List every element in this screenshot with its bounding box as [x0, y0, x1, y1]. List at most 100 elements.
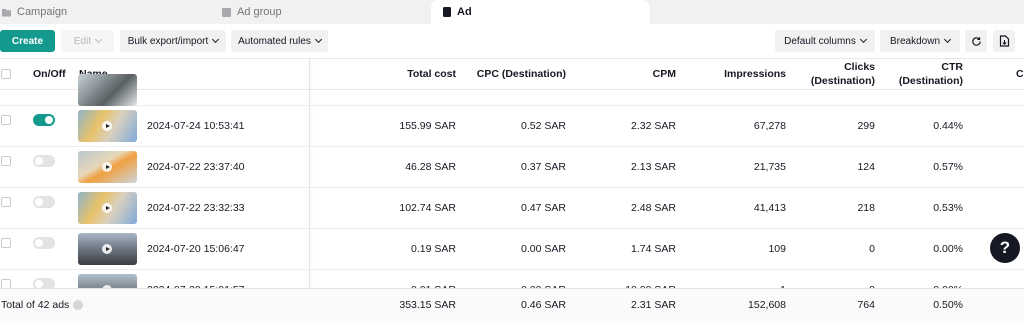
clicks-total: 764: [857, 299, 875, 311]
table-row[interactable]: 2024-07-24 10:53:41 155.99 SAR 0.52 SAR …: [0, 106, 1024, 147]
tab-ad-label: Ad: [457, 6, 472, 18]
ctr-total: 0.50%: [933, 299, 963, 311]
create-button[interactable]: Create: [0, 30, 55, 52]
help-button[interactable]: ?: [990, 233, 1020, 263]
header-clicks-sub: (Destination): [810, 75, 875, 87]
export-button[interactable]: [993, 30, 1015, 52]
select-all-checkbox[interactable]: [1, 69, 11, 79]
automated-rules-label: Automated rules: [238, 35, 311, 47]
status-toggle[interactable]: [33, 114, 55, 126]
cpm: 2.13 SAR: [631, 161, 676, 173]
breakdown-label: Breakdown: [889, 35, 941, 47]
header-clicks[interactable]: Clicks: [795, 61, 875, 73]
cpm: 2.48 SAR: [631, 202, 676, 214]
refresh-button[interactable]: [965, 30, 987, 52]
header-onoff[interactable]: On/Off: [33, 68, 66, 80]
clicks: 0: [869, 243, 875, 255]
default-columns-button[interactable]: Default columns: [775, 30, 875, 52]
totals-row: Total of 42 ads 353.15 SAR 0.46 SAR 2.31…: [0, 288, 1024, 321]
status-toggle[interactable]: [33, 155, 55, 167]
totals-label-group: Total of 42 ads: [1, 289, 84, 321]
impressions: 109: [768, 243, 786, 255]
chevron-down-icon: [95, 35, 103, 44]
edit-button-label: Edit: [73, 35, 92, 47]
table-row[interactable]: 2024-07-20 15:06:47 0.19 SAR 0.00 SAR 1.…: [0, 229, 1024, 270]
play-icon: [102, 121, 112, 131]
ad-name[interactable]: 2024-07-24 10:53:41: [147, 106, 245, 146]
cpc-total: 0.46 SAR: [521, 299, 566, 311]
ad-thumbnail[interactable]: [78, 151, 137, 183]
total-cost: 46.28 SAR: [405, 161, 456, 173]
header-ctr[interactable]: CTR: [883, 61, 963, 73]
tab-campaign-label: Campaign: [17, 6, 68, 18]
ad-name[interactable]: 2024-07-22 23:37:40: [147, 147, 245, 187]
ad-thumbnail[interactable]: [78, 192, 137, 224]
edit-button[interactable]: Edit: [61, 30, 114, 52]
ad-thumbnail[interactable]: [78, 110, 137, 142]
total-cost: 0.19 SAR: [411, 243, 456, 255]
bulk-export-import-button[interactable]: Bulk export/import: [120, 30, 226, 52]
total-cost-sum: 353.15 SAR: [399, 299, 456, 311]
ad-thumbnail[interactable]: [78, 233, 137, 265]
tab-ad-group[interactable]: Ad group: [222, 0, 427, 24]
impressions: 67,278: [753, 120, 786, 132]
ctr: 0.00%: [933, 243, 963, 255]
cpc: 0.47 SAR: [521, 202, 566, 214]
play-icon: [102, 162, 112, 172]
play-icon: [102, 244, 112, 254]
cpm-total: 2.31 SAR: [631, 299, 676, 311]
refresh-icon: [971, 36, 981, 46]
row-checkbox[interactable]: [1, 238, 11, 248]
totals-label: Total of 42 ads: [1, 299, 70, 311]
status-toggle[interactable]: [33, 196, 55, 208]
cpc: 0.00 SAR: [521, 243, 566, 255]
row-checkbox[interactable]: [1, 197, 11, 207]
table-row[interactable]: 2024-07-22 23:37:40 46.28 SAR 0.37 SAR 2…: [0, 147, 1024, 188]
cpm: 1.74 SAR: [631, 243, 676, 255]
ad-thumbnail[interactable]: [78, 74, 137, 106]
impressions: 41,413: [753, 202, 786, 214]
row-checkbox[interactable]: [1, 156, 11, 166]
header-impressions[interactable]: Impressions: [686, 68, 786, 80]
clicks: 299: [857, 120, 875, 132]
header-cpc[interactable]: CPC (Destination): [446, 68, 566, 80]
bulk-export-import-label: Bulk export/import: [127, 35, 209, 47]
row-checkbox[interactable]: [1, 115, 11, 125]
ad-name[interactable]: 2024-07-22 23:32:33: [147, 188, 245, 228]
tab-ad-group-label: Ad group: [237, 6, 282, 18]
download-file-icon: [999, 35, 1009, 47]
cpm: 2.32 SAR: [631, 120, 676, 132]
header-cpm[interactable]: CPM: [596, 68, 676, 80]
tab-ad[interactable]: Ad: [431, 0, 650, 24]
clicks: 218: [857, 202, 875, 214]
ad-document-icon: [443, 7, 451, 17]
chevron-down-icon: [943, 35, 952, 44]
clicks: 124: [857, 161, 875, 173]
ctr: 0.53%: [933, 202, 963, 214]
table-row[interactable]: 2024-07-22 23:32:33 102.74 SAR 0.47 SAR …: [0, 188, 1024, 229]
chevron-down-icon: [314, 35, 322, 44]
automated-rules-button[interactable]: Automated rules: [231, 30, 328, 52]
table-row[interactable]: [0, 74, 1024, 106]
total-cost: 155.99 SAR: [399, 120, 456, 132]
ctr: 0.44%: [933, 120, 963, 132]
impressions: 21,735: [753, 161, 786, 173]
chevron-down-icon: [212, 35, 220, 44]
table-top-border: [0, 58, 1024, 59]
status-toggle[interactable]: [33, 237, 55, 249]
level-tabs: Campaign Ad group Ad: [0, 0, 1024, 24]
info-icon[interactable]: [73, 300, 84, 310]
ad-name[interactable]: 2024-07-20 15:06:47: [147, 229, 245, 269]
chevron-down-icon: [859, 35, 867, 44]
header-next-column[interactable]: C: [1016, 68, 1024, 80]
total-cost: 102.74 SAR: [399, 202, 456, 214]
cpc: 0.37 SAR: [521, 161, 566, 173]
tab-campaign[interactable]: Campaign: [2, 0, 212, 24]
header-total-cost[interactable]: Total cost: [356, 68, 456, 80]
folder-icon: [222, 7, 231, 17]
ctr: 0.57%: [933, 161, 963, 173]
breakdown-button[interactable]: Breakdown: [880, 30, 960, 52]
header-ctr-sub: (Destination): [898, 75, 963, 87]
impressions-total: 152,608: [748, 299, 786, 311]
create-button-label: Create: [11, 35, 44, 47]
